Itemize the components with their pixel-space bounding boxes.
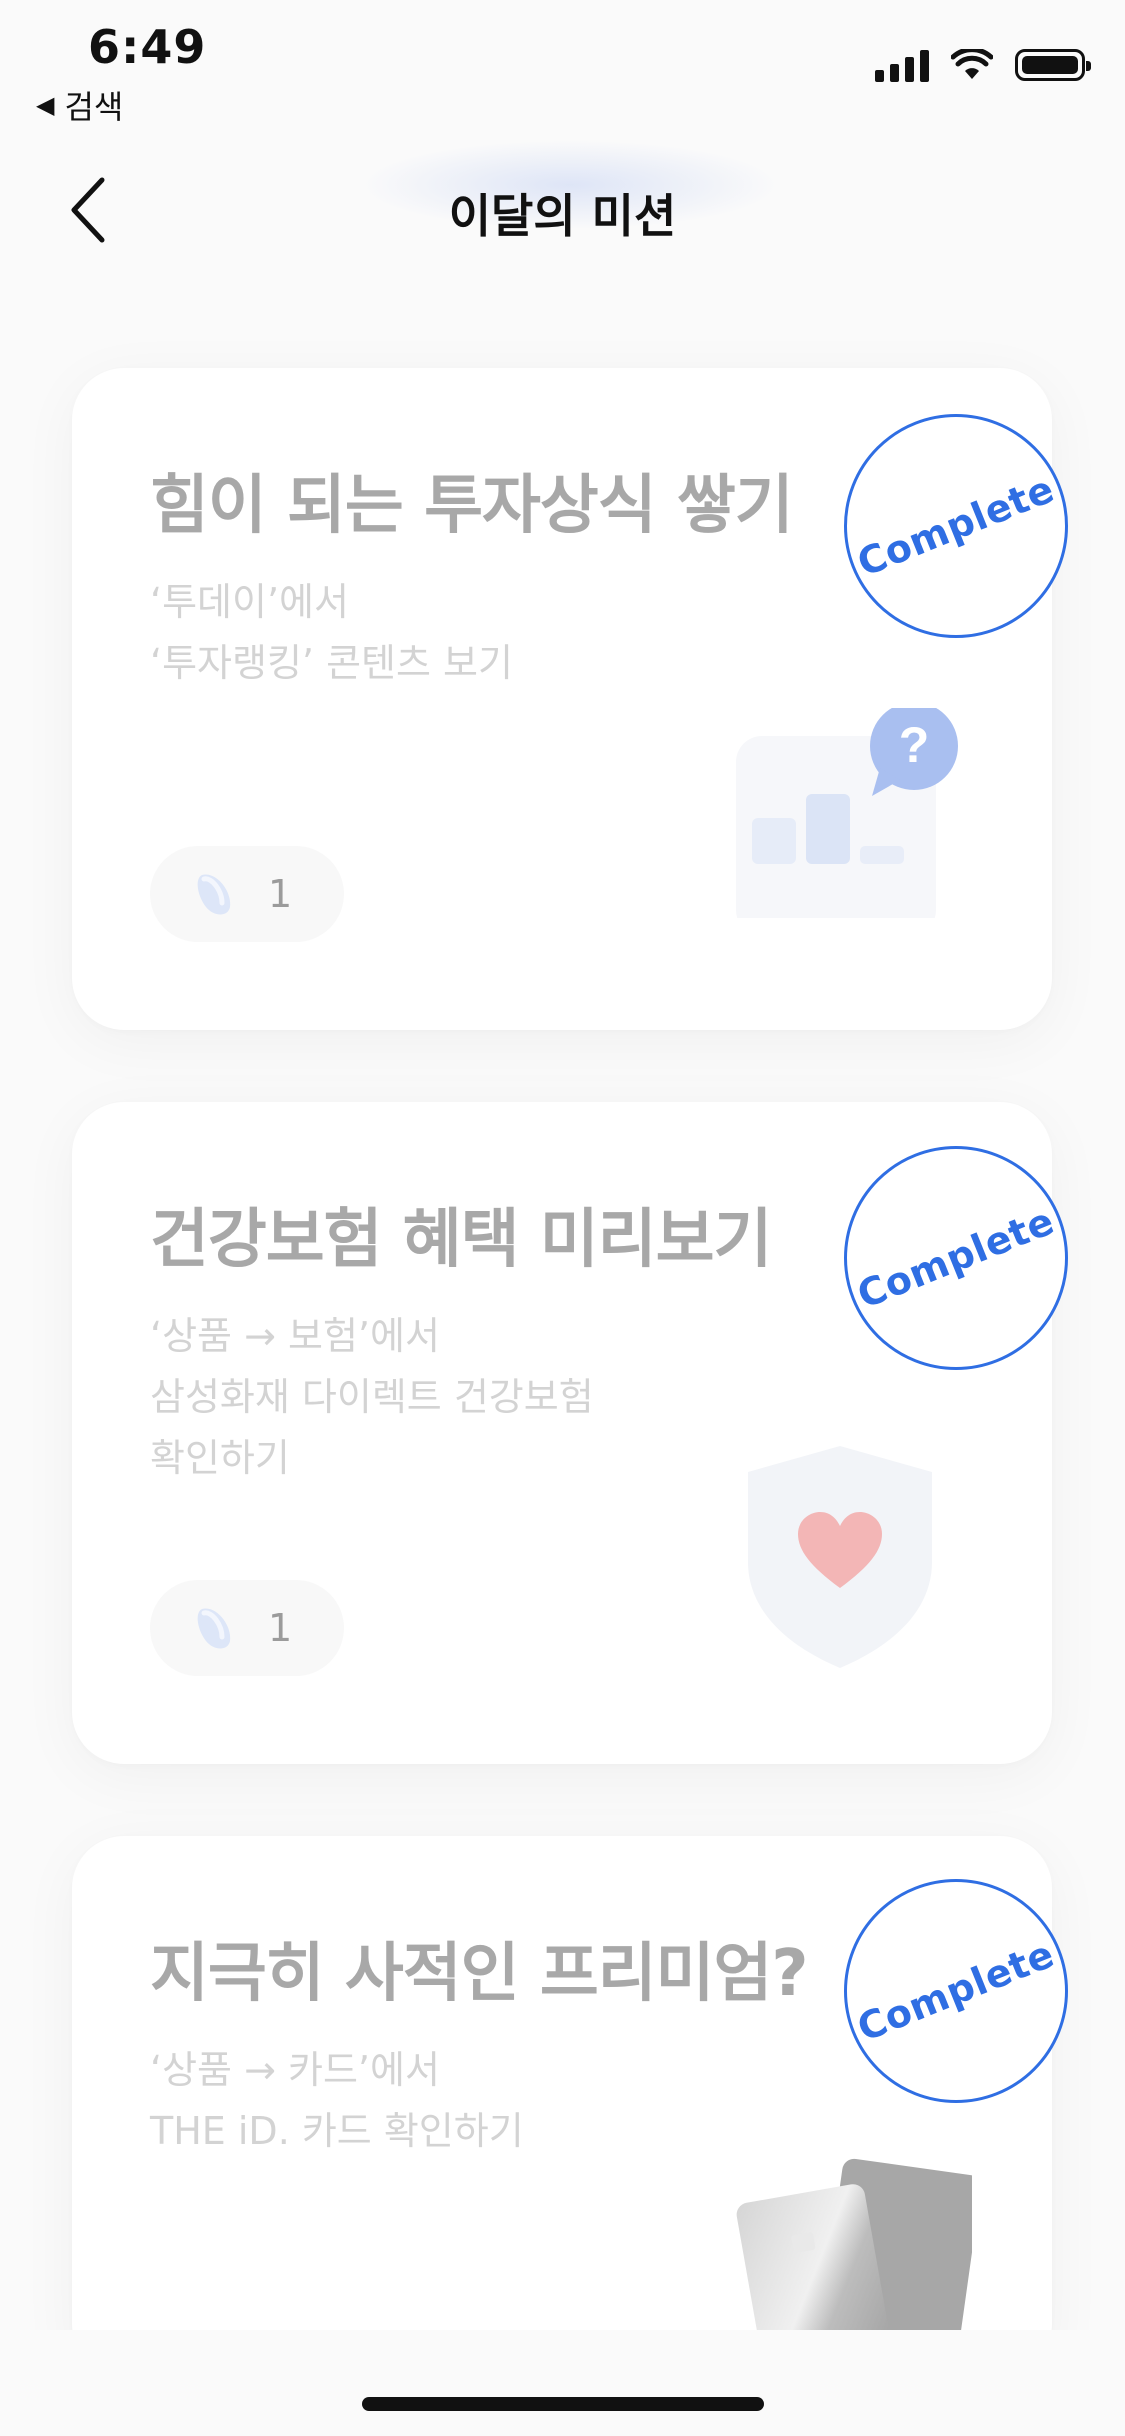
status-bar: 6:49 ◀ 검색 <box>0 0 1125 130</box>
mission-desc-line: ‘상품 → 카드’에서 <box>150 2048 440 2092</box>
mission-desc-line: ‘투자랭킹’ 콘텐츠 보기 <box>150 641 513 685</box>
back-to-app-link[interactable]: ◀ 검색 <box>36 82 123 128</box>
home-indicator[interactable] <box>362 2397 764 2411</box>
wifi-icon <box>951 49 993 79</box>
reward-count: 1 <box>268 1606 293 1650</box>
complete-stamp: Complete <box>844 414 1068 638</box>
status-icons <box>875 48 1091 82</box>
mission-description: ‘상품 → 카드’에서 THE iD. 카드 확인하기 <box>150 2040 770 2162</box>
mission-desc-line: ‘투데이’에서 <box>150 580 349 624</box>
complete-stamp: Complete <box>844 1146 1068 1370</box>
complete-stamp: Complete <box>844 1879 1068 2103</box>
mission-title: 힘이 되는 투자상식 쌓기 <box>150 469 794 543</box>
mission-description: ‘투데이’에서 ‘투자랭킹’ 콘텐츠 보기 <box>150 572 770 694</box>
mission-description: ‘상품 → 보험’에서 삼성화재 다이렉트 건강보험 확인하기 <box>150 1306 770 1489</box>
back-app-label: 검색 <box>64 88 124 126</box>
jelly-bean-icon <box>197 874 231 915</box>
page-title: 이달의 미션 <box>448 189 677 243</box>
svg-text:?: ? <box>899 717 930 773</box>
mission-desc-line: 확인하기 <box>150 1436 290 1480</box>
mission-desc-line: ‘상품 → 보험’에서 <box>150 1314 440 1358</box>
bottom-safe-area <box>0 2330 1125 2436</box>
cellular-signal-icon <box>875 48 929 82</box>
mission-title: 지극히 사적인 프리미엄? <box>150 1937 808 2011</box>
back-triangle-icon: ◀ <box>36 91 55 119</box>
reward-badge: 1 <box>150 846 344 942</box>
shield-heart-illustration <box>748 1446 932 1668</box>
reward-badge: 1 <box>150 1580 344 1676</box>
chart-question-illustration: ? <box>736 708 958 918</box>
clock: 6:49 <box>88 20 207 74</box>
mission-title: 건강보험 혜택 미리보기 <box>150 1203 772 1277</box>
reward-count: 1 <box>268 872 293 916</box>
complete-stamp-label: Complete <box>851 1931 1061 2051</box>
complete-stamp-label: Complete <box>851 1198 1061 1318</box>
complete-stamp-label: Complete <box>851 466 1061 586</box>
jelly-bean-icon <box>197 1608 231 1649</box>
battery-icon <box>1015 49 1091 81</box>
mission-desc-line: 삼성화재 다이렉트 건강보험 <box>150 1375 594 1419</box>
header: 이달의 미션 <box>0 140 1125 280</box>
mission-desc-line: THE iD. 카드 확인하기 <box>150 2109 524 2153</box>
